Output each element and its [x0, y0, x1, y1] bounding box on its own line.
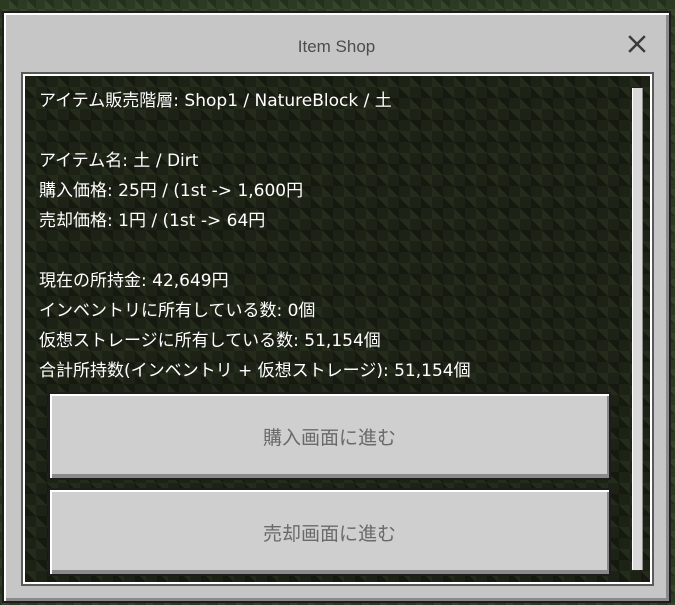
inventory-count-text: インベントリに所有している数: 0個 [39, 301, 316, 321]
item-name-text: アイテム名: 土 / Dirt [39, 151, 199, 171]
hierarchy-text: アイテム販売階層: Shop1 / NatureBlock / 土 [39, 91, 392, 111]
buy-screen-button[interactable]: 購入画面に進む [48, 392, 611, 480]
shop-content-panel: アイテム販売階層: Shop1 / NatureBlock / 土 アイテム名:… [21, 72, 654, 586]
virtual-storage-count-text: 仮想ストレージに所有している数: 51,154個 [39, 331, 381, 351]
total-count-text: 合計所持数(インベントリ + 仮想ストレージ): 51,154個 [39, 361, 471, 381]
dialog-title: Item Shop [297, 37, 376, 56]
buy-price-text: 購入価格: 25円 / (1st -> 1,600円 [39, 181, 304, 201]
item-shop-dialog: Item Shop アイテム販売階層: Shop1 / NatureBlock … [2, 11, 671, 603]
sell-screen-button[interactable]: 売却画面に進む [48, 488, 611, 576]
close-icon[interactable] [625, 32, 649, 56]
money-text: 現在の所持金: 42,649円 [39, 271, 229, 291]
item-info: アイテム販売階層: Shop1 / NatureBlock / 土 アイテム名:… [39, 86, 471, 386]
sell-price-text: 売却価格: 1円 / (1st -> 64円 [39, 211, 266, 231]
scrollbar[interactable] [632, 88, 643, 570]
